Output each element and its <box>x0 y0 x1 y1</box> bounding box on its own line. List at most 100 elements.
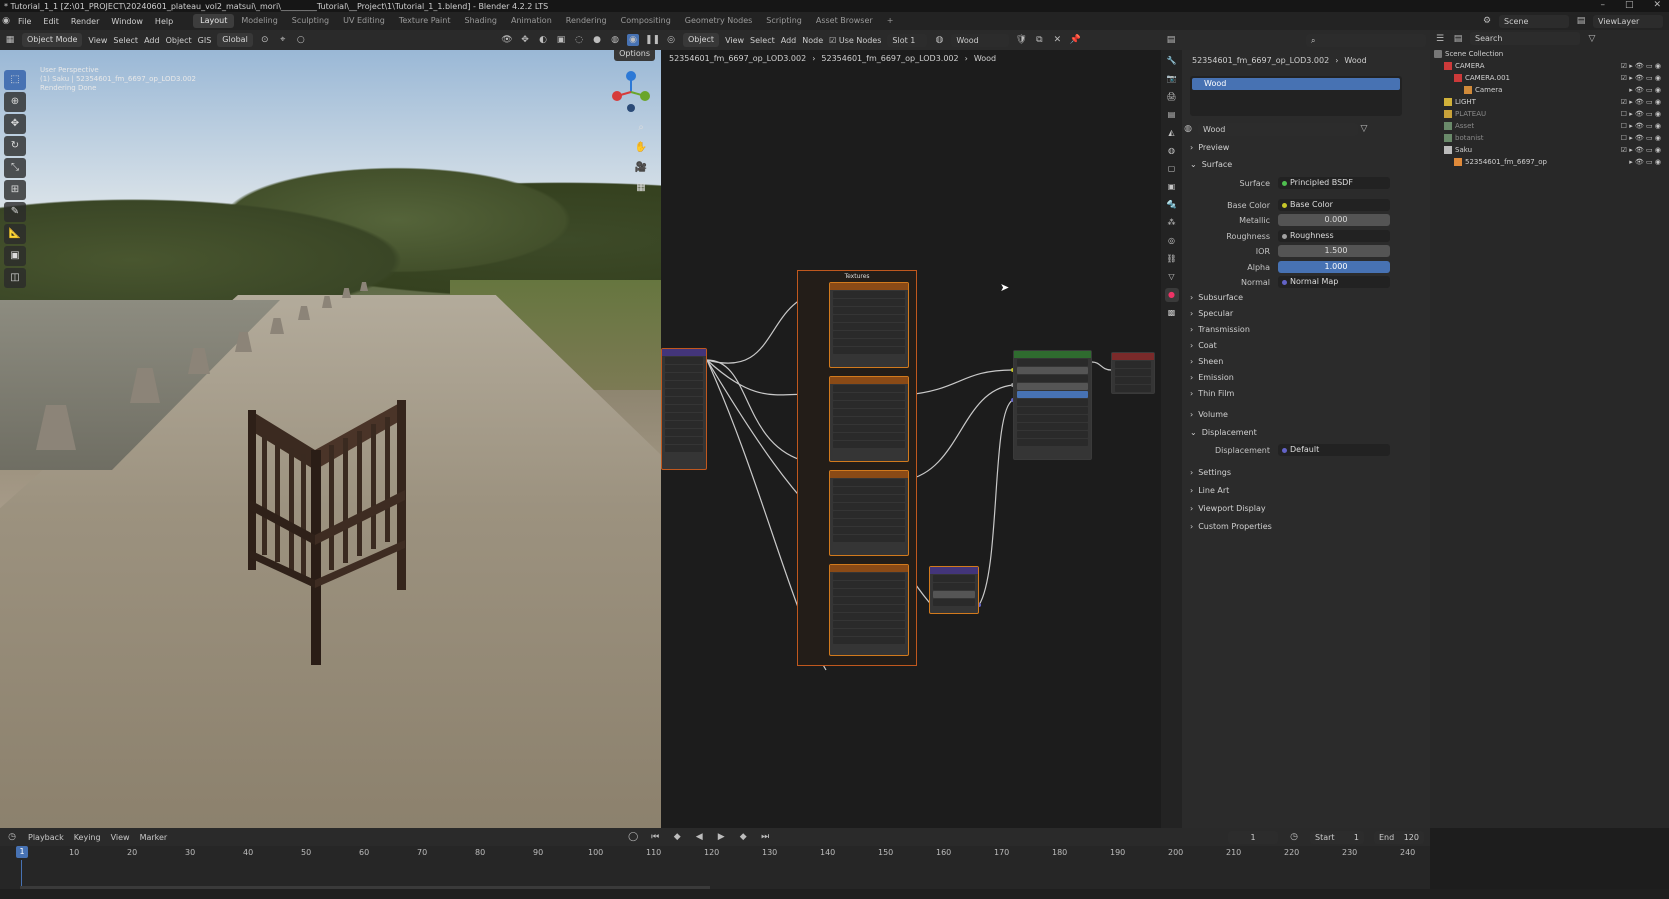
playback-menu[interactable]: Playback <box>28 833 64 842</box>
viewport-menu-view[interactable]: View <box>88 36 107 45</box>
custom-properties-section[interactable]: › Custom Properties <box>1190 522 1272 531</box>
row-toggles-icon[interactable]: ☐ ▸ 👁 ▭ ◉ <box>1621 120 1661 132</box>
gizmo-icon[interactable]: ✥ <box>519 34 531 46</box>
surface-section[interactable]: ⌄ Surface <box>1190 160 1232 169</box>
data-tab-icon[interactable]: ▽ <box>1165 270 1179 284</box>
mapping-node[interactable] <box>661 348 707 470</box>
viewport-menu-add[interactable]: Add <box>144 36 160 45</box>
outliner-row[interactable]: Saku ☑ ▸ 👁 ▭ ◉ <box>1430 144 1669 156</box>
options-button[interactable]: Options <box>614 50 655 61</box>
properties-search[interactable]: ⌕ <box>1306 33 1426 47</box>
node-menu-node[interactable]: Node <box>802 36 823 45</box>
tab-uv-editing[interactable]: UV Editing <box>336 14 392 28</box>
outliner-row[interactable]: botanist ☐ ▸ 👁 ▭ ◉ <box>1430 132 1669 144</box>
editor-type-icon[interactable]: ▦ <box>4 34 16 46</box>
shading-rendered-icon[interactable]: ◉ <box>627 34 639 46</box>
fake-user-icon[interactable]: 🛡 <box>1015 34 1027 46</box>
view-layer-tab-icon[interactable]: ▤ <box>1165 108 1179 122</box>
material-selector[interactable]: Wood <box>951 33 1010 47</box>
emission-section[interactable]: › Emission <box>1190 373 1234 382</box>
jump-end-icon[interactable]: ⏭ <box>759 831 771 843</box>
line-art-section[interactable]: › Line Art <box>1190 486 1229 495</box>
base-color-field[interactable]: Base Color <box>1278 199 1390 211</box>
tab-layout[interactable]: Layout <box>193 14 235 28</box>
wooden-fence-model[interactable] <box>245 390 410 665</box>
tab-compositing[interactable]: Compositing <box>614 14 678 28</box>
material-slot-item[interactable]: Wood <box>1192 78 1400 90</box>
clock-icon[interactable]: ◷ <box>1288 831 1300 843</box>
play-icon[interactable]: ▶ <box>715 831 727 843</box>
menu-render[interactable]: Render <box>65 17 105 26</box>
display-mode-icon[interactable]: ▤ <box>1452 33 1464 45</box>
viewport-menu-select[interactable]: Select <box>113 36 138 45</box>
volume-section[interactable]: › Volume <box>1190 410 1228 419</box>
tab-shading[interactable]: Shading <box>457 14 504 28</box>
xray-icon[interactable]: ▣ <box>555 34 567 46</box>
node-menu-select[interactable]: Select <box>750 36 775 45</box>
normal-field[interactable]: Normal Map <box>1278 276 1390 288</box>
constraints-tab-icon[interactable]: ⛓ <box>1165 252 1179 266</box>
surface-shader-field[interactable]: Principled BSDF <box>1278 177 1390 189</box>
current-frame-field[interactable]: 1 <box>1228 830 1278 844</box>
marker-menu[interactable]: Marker <box>140 833 168 842</box>
move-tool[interactable]: ✥ <box>4 114 26 134</box>
end-frame-field[interactable]: End 120 <box>1374 830 1424 844</box>
subsurface-section[interactable]: › Subsurface <box>1190 293 1243 302</box>
select-box-tool[interactable]: ⬚ <box>4 70 26 90</box>
close-icon[interactable]: ✕ <box>1653 0 1661 10</box>
camera-view-icon[interactable]: 🎥 <box>633 162 649 178</box>
preview-section[interactable]: › Preview <box>1190 143 1229 152</box>
outliner-row[interactable]: Asset ☐ ▸ 👁 ▭ ◉ <box>1430 120 1669 132</box>
row-toggles-icon[interactable]: ☑ ▸ 👁 ▭ ◉ <box>1621 144 1661 156</box>
row-toggles-icon[interactable]: ☑ ▸ 👁 ▭ ◉ <box>1621 60 1661 72</box>
tab-modeling[interactable]: Modeling <box>234 14 284 28</box>
tab-sculpting[interactable]: Sculpting <box>285 14 336 28</box>
add-workspace-button[interactable]: + <box>880 14 901 28</box>
roughness-texture-node[interactable] <box>829 470 909 556</box>
snap-icon[interactable]: ⌖ <box>277 34 289 46</box>
prev-keyframe-icon[interactable]: ◆ <box>671 831 683 843</box>
pin-icon[interactable]: 📌 <box>1069 34 1081 46</box>
scene-selector[interactable]: Scene <box>1499 14 1569 28</box>
duplicate-material-icon[interactable]: ⧉ <box>1033 34 1045 46</box>
material-output-node[interactable] <box>1111 352 1155 394</box>
collection-tab-icon[interactable]: ▢ <box>1165 162 1179 176</box>
shader-type-selector[interactable]: Object <box>683 33 720 47</box>
filter-icon[interactable]: ▽ <box>1586 33 1598 45</box>
timeline-view-menu[interactable]: View <box>111 833 130 842</box>
shading-solid-icon[interactable]: ● <box>591 34 603 46</box>
tab-asset-browser[interactable]: Asset Browser <box>809 14 880 28</box>
perspective-grid-icon[interactable]: ▦ <box>633 182 649 198</box>
play-reverse-icon[interactable]: ◀ <box>693 831 705 843</box>
tab-rendering[interactable]: Rendering <box>559 14 614 28</box>
menu-edit[interactable]: Edit <box>37 17 65 26</box>
3d-viewport[interactable]: User Perspective (1) Saku | 52354601_fm_… <box>0 50 661 828</box>
maximize-icon[interactable]: □ <box>1625 0 1634 10</box>
viewport-menu-object[interactable]: Object <box>166 36 192 45</box>
pause-render-icon[interactable]: ❚❚ <box>645 34 660 46</box>
outliner-row[interactable]: 52354601_fm_6697_op ▸ 👁 ▭ ◉ <box>1430 156 1669 168</box>
material-tab-icon[interactable]: ● <box>1164 288 1179 302</box>
keying-menu[interactable]: Keying <box>74 833 101 842</box>
use-nodes-checkbox[interactable]: ☑ Use Nodes <box>829 36 881 45</box>
roughness-field[interactable]: Roughness <box>1278 230 1390 242</box>
outliner-search[interactable]: Search <box>1470 32 1580 45</box>
gis-menu[interactable]: GIS <box>198 36 212 45</box>
render-tab-icon[interactable]: 📷 <box>1165 72 1179 86</box>
node-menu-view[interactable]: View <box>725 36 744 45</box>
pan-hand-icon[interactable]: ✋ <box>633 142 649 158</box>
row-toggles-icon[interactable]: ▸ 👁 ▭ ◉ <box>1629 156 1661 168</box>
viewport-display-section[interactable]: › Viewport Display <box>1190 504 1266 513</box>
properties-editor-icon[interactable]: ▤ <box>1165 34 1177 46</box>
next-keyframe-icon[interactable]: ◆ <box>737 831 749 843</box>
unlink-material-icon[interactable]: ✕ <box>1051 34 1063 46</box>
navigation-gizmo-icon[interactable] <box>609 70 653 114</box>
outliner-row[interactable]: CAMERA.001 ☑ ▸ 👁 ▭ ◉ <box>1430 72 1669 84</box>
principled-bsdf-node[interactable] <box>1013 350 1092 460</box>
tab-geometry-nodes[interactable]: Geometry Nodes <box>678 14 759 28</box>
viewlayer-selector[interactable]: ViewLayer <box>1593 14 1663 28</box>
normal-map-node[interactable] <box>929 566 979 614</box>
scene-tab-icon[interactable]: ◭ <box>1165 126 1179 140</box>
measure-tool[interactable]: 📐 <box>4 224 26 244</box>
node-editor[interactable]: 52354601_fm_6697_op_LOD3.002 › 52354601_f… <box>661 50 1161 828</box>
